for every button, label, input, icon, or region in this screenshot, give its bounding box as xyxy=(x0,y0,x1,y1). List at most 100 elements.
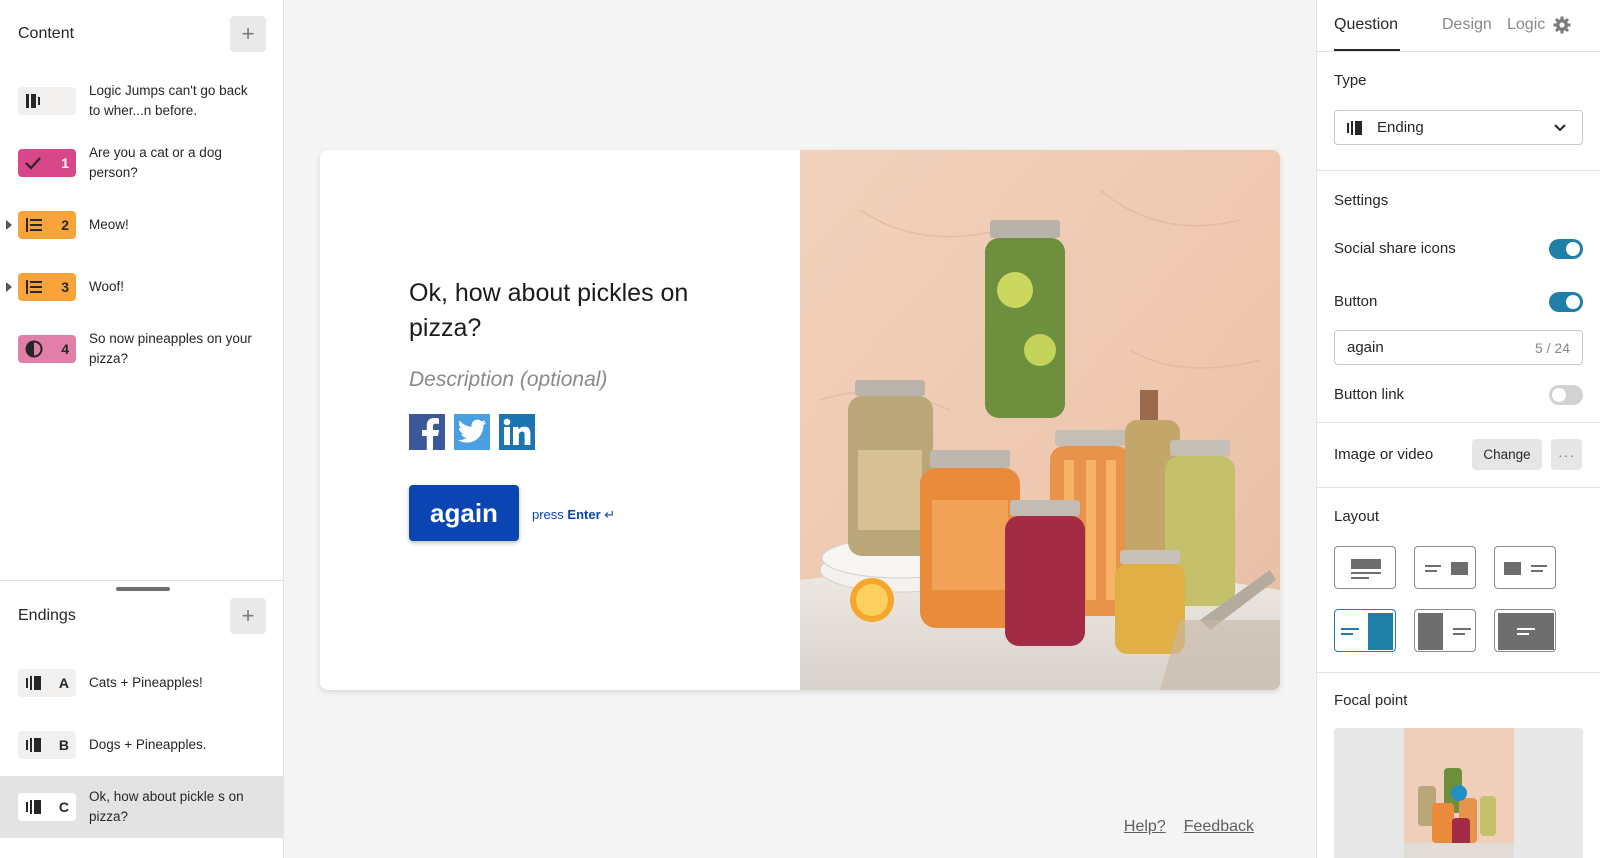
type-select[interactable]: Ending xyxy=(1334,110,1583,145)
statement-icon xyxy=(26,94,40,108)
content-header: Content + xyxy=(0,0,284,68)
social-share-label: Social share icons xyxy=(1334,240,1456,257)
list-icon xyxy=(26,218,42,232)
question-item-3[interactable]: 3 Woof! xyxy=(0,256,284,318)
question-badge: 2 xyxy=(18,211,76,239)
expand-caret-icon[interactable] xyxy=(6,220,12,230)
question-item-4[interactable]: 4 So now pineapples on your pizza? xyxy=(0,318,284,380)
ending-letter: C xyxy=(58,799,69,815)
ending-icon xyxy=(26,676,41,690)
question-item-statement[interactable]: Logic Jumps can't go back to wher...n be… xyxy=(0,70,284,132)
ending-letter: A xyxy=(58,675,69,691)
divider xyxy=(1317,422,1600,423)
question-item-1[interactable]: 1 Are you a cat or a dog person? xyxy=(0,132,284,194)
ending-label: Dogs + Pineapples. xyxy=(89,737,207,752)
button-text-field[interactable]: again 5 / 24 xyxy=(1334,330,1583,365)
ending-button[interactable]: again xyxy=(409,485,519,541)
button-label: Button xyxy=(1334,293,1378,310)
layout-option-split-right[interactable] xyxy=(1334,609,1396,652)
footer-links: Help? Feedback xyxy=(1124,818,1254,836)
linkedin-icon[interactable] xyxy=(499,414,535,450)
add-ending-button[interactable]: + xyxy=(230,598,266,634)
endings-title: Endings xyxy=(18,607,76,624)
toggle-knob xyxy=(1566,242,1580,256)
plus-icon: + xyxy=(241,603,255,628)
question-label: Are you a cat or a dog person? xyxy=(89,145,222,180)
ending-label: Ok, how about pickle s on pizza? xyxy=(89,789,244,824)
description-placeholder[interactable]: Description (optional) xyxy=(409,368,607,392)
question-number: 4 xyxy=(61,341,69,357)
social-share-toggle[interactable] xyxy=(1549,239,1583,259)
character-counter: 5 / 24 xyxy=(1534,339,1570,356)
divider xyxy=(1317,672,1600,673)
layout-option-split-left[interactable] xyxy=(1414,609,1476,652)
button-link-toggle[interactable] xyxy=(1549,385,1583,405)
question-number: 1 xyxy=(61,155,69,171)
button-link-label: Button link xyxy=(1334,386,1405,403)
ending-title[interactable]: Ok, how about pickles on pizza? xyxy=(409,276,729,346)
type-select-value: Ending xyxy=(1377,119,1424,136)
pickle-jars-image[interactable] xyxy=(800,150,1280,690)
question-label: Logic Jumps can't go back to wher...n be… xyxy=(89,83,248,118)
plus-icon: + xyxy=(241,21,255,46)
question-number: 3 xyxy=(61,279,69,295)
toggle-knob xyxy=(1566,295,1580,309)
focal-point-picker[interactable] xyxy=(1334,728,1583,858)
question-number: 2 xyxy=(61,217,69,233)
question-item-2[interactable]: 2 Meow! xyxy=(0,194,284,256)
button-toggle[interactable] xyxy=(1549,292,1583,312)
layout-option-float-right[interactable] xyxy=(1414,546,1476,589)
change-image-button[interactable]: Change xyxy=(1472,439,1542,470)
press-key: Enter xyxy=(567,507,601,522)
list-icon xyxy=(26,280,42,294)
social-share-icons xyxy=(409,414,535,450)
add-question-button[interactable]: + xyxy=(230,16,266,52)
question-badge: 4 xyxy=(18,335,76,363)
ending-preview-card: Ok, how about pickles on pizza? Descript… xyxy=(320,150,1280,690)
ending-icon xyxy=(26,800,41,814)
divider xyxy=(1317,487,1600,488)
focal-point-label: Focal point xyxy=(1334,692,1408,709)
press-enter-hint: press Enter ↵ xyxy=(532,507,615,523)
chevron-down-icon xyxy=(1554,124,1566,132)
expand-caret-icon[interactable] xyxy=(6,282,12,292)
ending-label: Cats + Pineapples! xyxy=(89,675,203,690)
question-badge: 1 xyxy=(18,149,76,177)
layout-option-stack[interactable] xyxy=(1334,546,1396,589)
layout-option-wallpaper[interactable] xyxy=(1494,609,1556,652)
tab-logic[interactable]: Logic xyxy=(1507,16,1545,34)
focal-point-marker[interactable] xyxy=(1451,785,1467,801)
help-link[interactable]: Help? xyxy=(1124,818,1166,836)
type-label: Type xyxy=(1334,72,1367,89)
content-sidebar: Content + Logic Jumps can't go back to w… xyxy=(0,0,284,858)
settings-heading: Settings xyxy=(1334,192,1389,209)
divider xyxy=(1317,170,1600,171)
twitter-icon[interactable] xyxy=(454,414,490,450)
tab-question[interactable]: Question xyxy=(1334,16,1398,34)
toggle-knob xyxy=(1552,388,1566,402)
layout-option-float-left[interactable] xyxy=(1494,546,1556,589)
more-options-button[interactable]: ··· xyxy=(1551,439,1582,470)
active-tab-underline xyxy=(1334,49,1400,51)
ending-item-a[interactable]: A Cats + Pineapples! xyxy=(0,652,284,714)
question-label: Meow! xyxy=(89,217,129,232)
feedback-link[interactable]: Feedback xyxy=(1184,818,1254,836)
button-text-value: again xyxy=(1347,339,1384,356)
facebook-icon[interactable] xyxy=(409,414,445,450)
tab-design[interactable]: Design xyxy=(1442,16,1492,34)
ending-letter: B xyxy=(58,737,69,753)
ending-item-c[interactable]: C Ok, how about pickle s on pizza? xyxy=(0,776,284,838)
card-content: Ok, how about pickles on pizza? Descript… xyxy=(320,150,800,690)
gear-icon[interactable] xyxy=(1553,16,1571,39)
content-title: Content xyxy=(18,25,75,42)
check-icon xyxy=(25,157,41,170)
contrast-icon xyxy=(25,340,43,358)
question-badge xyxy=(18,87,76,115)
image-video-label: Image or video xyxy=(1334,446,1434,463)
question-label: Woof! xyxy=(89,279,125,294)
sidebar-divider xyxy=(0,580,284,581)
question-badge: 3 xyxy=(18,273,76,301)
ending-badge: B xyxy=(18,731,76,759)
ending-item-b[interactable]: B Dogs + Pineapples. xyxy=(0,714,284,776)
endings-header: Endings + xyxy=(0,582,284,650)
